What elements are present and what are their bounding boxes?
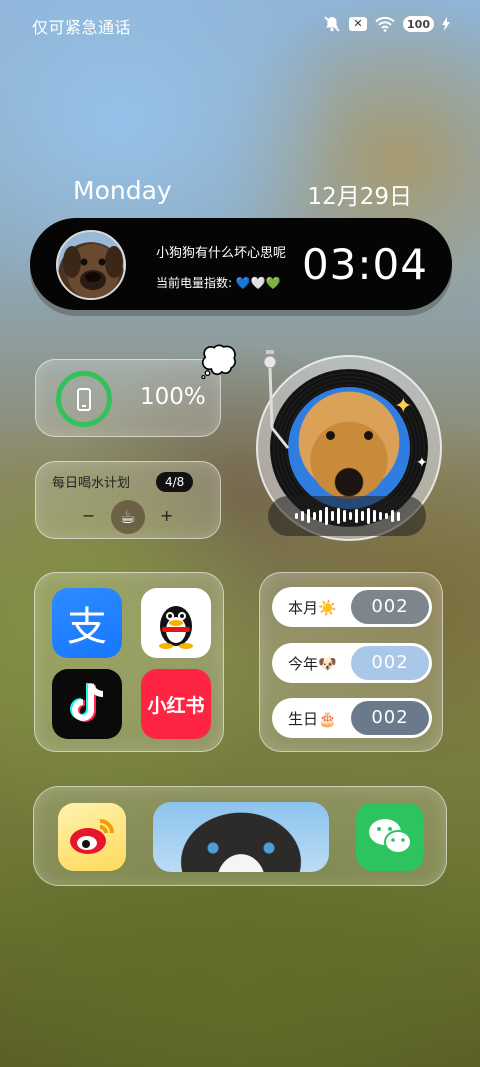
dog-clock-widget[interactable]: 小狗狗有什么坏心思呢 当前电量指数: 💙🤍💚 03:04 — [30, 218, 452, 310]
weekday-label: Monday — [73, 176, 172, 205]
counter-row-year: 今年🐶 002 — [272, 643, 432, 683]
waveform-bar — [336, 508, 340, 524]
waveform-bar — [384, 513, 388, 519]
water-plan-title: 每日喝水计划 — [52, 476, 131, 491]
dock — [33, 786, 447, 886]
waveform-bar — [360, 511, 364, 521]
waveform-bar — [378, 512, 382, 520]
counter-label-month: 本月☀️ — [288, 599, 337, 617]
waveform-bar — [318, 510, 322, 522]
weibo-app-icon[interactable] — [58, 803, 126, 871]
no-sim-icon: ✕ — [349, 17, 368, 31]
water-plan-widget[interactable]: 每日喝水计划 4/8 − ☕ + — [35, 461, 221, 539]
counter-value-month: 002 — [351, 590, 429, 624]
countdown-widget[interactable]: 本月☀️ 002 今年🐶 002 生日🎂 002 — [259, 572, 443, 752]
mute-bell-icon — [323, 15, 341, 33]
pill-caption: 小狗狗有什么坏心思呢 — [156, 246, 287, 261]
counter-value-year: 002 — [351, 646, 429, 680]
water-decrement-button[interactable]: − — [82, 506, 95, 525]
waveform-bar — [342, 510, 346, 522]
wechat-app-icon[interactable] — [356, 803, 424, 871]
counter-value-birthday: 002 — [351, 701, 429, 735]
status-icons: ✕ 100 — [323, 13, 450, 35]
app-folder-widget: 支 小红书 — [34, 572, 224, 752]
phone-icon — [77, 387, 91, 411]
battery-icon: 100 — [403, 16, 434, 32]
battery-ring — [56, 371, 112, 427]
sparkle-small-icon: ✦ — [416, 455, 428, 471]
waveform-bar — [312, 512, 316, 520]
wifi-icon — [375, 16, 395, 32]
battery-widget[interactable]: 100% — [35, 359, 221, 437]
battery-percent: 100% — [140, 384, 206, 410]
waveform-bar — [366, 508, 370, 524]
audio-waveform — [268, 496, 426, 536]
waveform-bar — [330, 511, 334, 521]
coffee-cup-icon: ☕ — [111, 500, 145, 534]
dog-record-label — [288, 387, 410, 509]
waveform-bar — [324, 507, 328, 525]
counter-label-birthday: 生日🎂 — [288, 710, 337, 728]
waveform-bar — [348, 512, 352, 520]
waveform-bar — [354, 509, 358, 523]
waveform-bar — [300, 511, 304, 521]
date-label: 12月29日 — [307, 184, 412, 210]
waveform-bar — [294, 513, 298, 519]
sparkle-icon: ✦ — [394, 394, 413, 419]
dog-avatar — [56, 230, 126, 300]
water-increment-button[interactable]: + — [160, 506, 173, 525]
waveform-bar — [306, 509, 310, 523]
counter-label-year: 今年🐶 — [288, 655, 337, 673]
clock-time: 03:04 — [301, 240, 428, 289]
alipay-app-icon[interactable]: 支 — [52, 588, 122, 658]
waveform-bar — [396, 511, 400, 521]
counter-row-month: 本月☀️ 002 — [272, 587, 432, 627]
tonearm-icon — [263, 350, 290, 449]
waveform-bar — [372, 510, 376, 522]
thought-cloud-heart-icon: 💭 — [200, 345, 238, 380]
charging-bolt-icon — [442, 17, 450, 31]
water-progress-badge: 4/8 — [156, 472, 194, 492]
douyin-app-icon[interactable] — [52, 669, 122, 739]
status-carrier-text: 仅可紧急通话 — [32, 18, 132, 37]
xiaohongshu-app-icon[interactable]: 小红书 — [141, 669, 211, 739]
counter-row-birthday: 生日🎂 002 — [272, 698, 432, 738]
battery-index-text: 当前电量指数: 💙🤍💚 — [156, 276, 281, 290]
qq-app-icon[interactable] — [141, 588, 211, 658]
husky-photo[interactable] — [153, 802, 329, 872]
waveform-bar — [390, 510, 394, 522]
